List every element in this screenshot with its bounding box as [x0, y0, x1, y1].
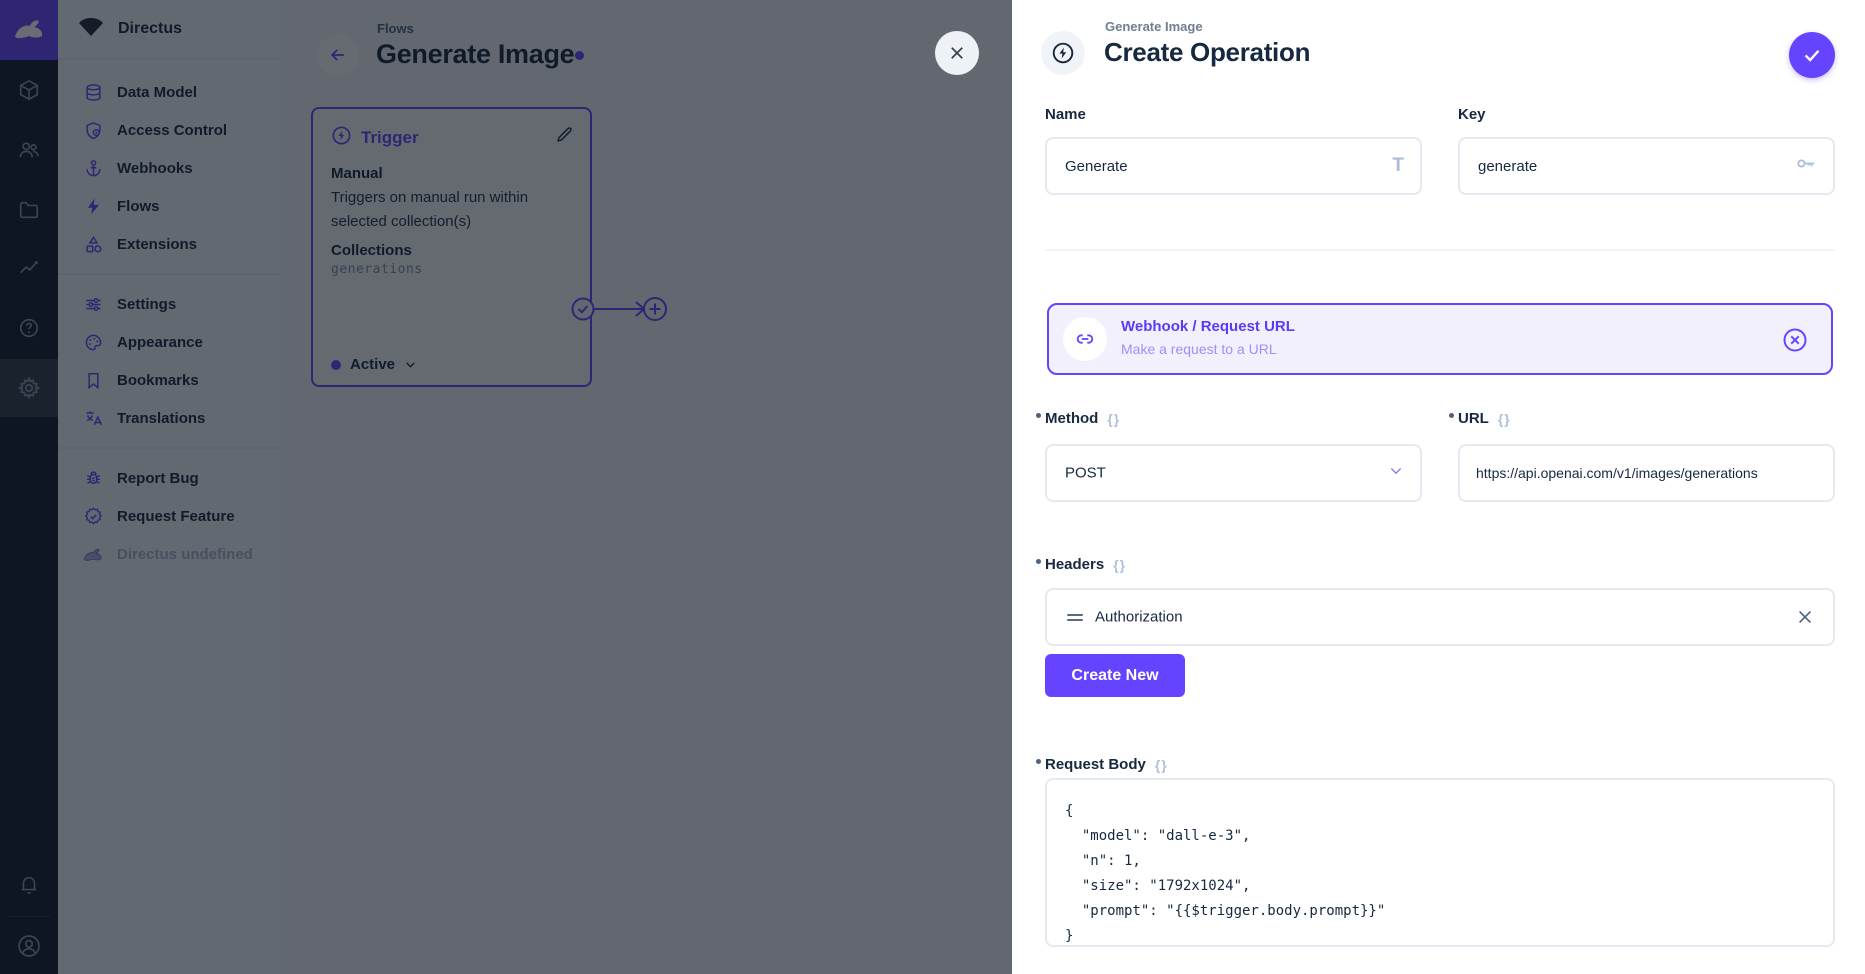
- headers-label: Headers: [1045, 556, 1104, 573]
- clear-operation-type-icon[interactable]: [1781, 326, 1809, 359]
- url-label: URL: [1458, 410, 1489, 427]
- drawer-title: Create Operation: [1104, 37, 1310, 68]
- key-input[interactable]: [1460, 139, 1833, 193]
- name-label: Name: [1045, 106, 1086, 123]
- method-select[interactable]: POST: [1045, 444, 1422, 502]
- link-icon: [1063, 317, 1107, 361]
- required-dot: [1036, 413, 1041, 418]
- operation-type-banner[interactable]: Webhook / Request URL Make a request to …: [1047, 303, 1833, 375]
- request-body-editor[interactable]: { "model": "dall-e-3", "n": 1, "size": "…: [1045, 778, 1835, 947]
- required-dot: [1036, 759, 1041, 764]
- code-line: {: [1065, 799, 1815, 824]
- save-operation-button[interactable]: [1789, 32, 1835, 78]
- code-line: "n": 1,: [1065, 849, 1815, 874]
- name-input[interactable]: [1047, 139, 1420, 193]
- chevron-down-icon: [1388, 463, 1404, 484]
- code-line: "prompt": "{{$trigger.body.prompt}}": [1065, 899, 1815, 924]
- create-new-header-button[interactable]: Create New: [1045, 654, 1185, 697]
- close-drawer-button[interactable]: [935, 31, 979, 75]
- raw-value-icon[interactable]: {}: [1107, 411, 1120, 427]
- banner-subtitle: Make a request to a URL: [1121, 341, 1277, 357]
- code-line: "model": "dall-e-3",: [1065, 824, 1815, 849]
- key-icon: [1795, 153, 1817, 180]
- code-line: }: [1065, 924, 1815, 949]
- name-field: T: [1045, 137, 1422, 195]
- headers-label-row: Headers {}: [1045, 556, 1126, 573]
- section-divider: [1045, 249, 1835, 251]
- create-operation-drawer: Generate Image Create Operation Name T K…: [1012, 0, 1865, 974]
- required-dot: [1036, 559, 1041, 564]
- request-body-label: Request Body: [1045, 756, 1146, 773]
- url-input[interactable]: [1460, 446, 1833, 500]
- key-field: [1458, 137, 1835, 195]
- raw-value-icon[interactable]: {}: [1113, 557, 1126, 573]
- method-label: Method: [1045, 410, 1098, 427]
- drag-handle-icon[interactable]: [1067, 614, 1083, 622]
- request-body-label-row: Request Body {}: [1045, 756, 1168, 773]
- code-line: "size": "1792x1024",: [1065, 874, 1815, 899]
- modal-overlay[interactable]: [0, 0, 1012, 974]
- required-dot: [1449, 413, 1454, 418]
- close-icon: [948, 44, 966, 62]
- app-window: Directus Data Model Access Control Webho…: [0, 0, 1865, 974]
- raw-value-icon[interactable]: {}: [1155, 757, 1168, 773]
- url-field: [1458, 444, 1835, 502]
- header-name: Authorization: [1095, 609, 1183, 626]
- check-icon: [1801, 44, 1823, 66]
- operation-bolt-icon: [1041, 31, 1085, 75]
- raw-value-icon[interactable]: {}: [1498, 411, 1511, 427]
- method-value: POST: [1065, 465, 1106, 482]
- title-formatter-icon: T: [1392, 155, 1404, 177]
- method-label-row: Method {}: [1045, 410, 1120, 427]
- delete-header-icon[interactable]: [1795, 607, 1815, 632]
- key-label: Key: [1458, 106, 1486, 123]
- header-row-authorization[interactable]: Authorization: [1045, 588, 1835, 646]
- url-label-row: URL {}: [1458, 410, 1511, 427]
- drawer-breadcrumb: Generate Image: [1105, 19, 1203, 34]
- banner-title: Webhook / Request URL: [1121, 318, 1295, 335]
